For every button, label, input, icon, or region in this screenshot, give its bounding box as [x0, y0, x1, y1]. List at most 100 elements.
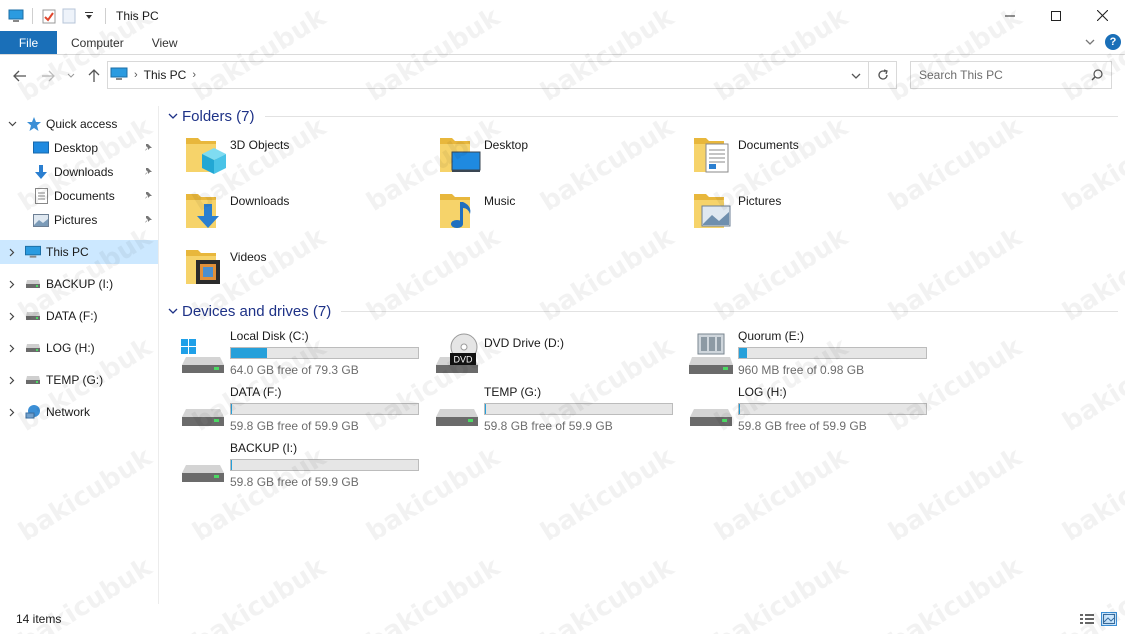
sidebar-item-label: Documents [54, 189, 115, 203]
chevron-right-icon[interactable] [6, 406, 18, 418]
help-button[interactable]: ? [1105, 34, 1121, 50]
drive-name: DVD Drive (D:) [484, 336, 564, 350]
navigation-pane: Quick access Desktop Downloads Documents [0, 106, 159, 604]
address-bar[interactable]: › This PC › [107, 61, 869, 89]
breadcrumb-chevron-icon[interactable]: › [134, 69, 138, 81]
drive-usage-fill [231, 348, 268, 358]
details-view-button[interactable] [1079, 612, 1095, 626]
folder-3d-objects[interactable]: 3D Objects [184, 132, 424, 182]
drive-free-space: 960 MB free of 0.98 GB [738, 363, 865, 377]
maximize-button[interactable] [1033, 0, 1079, 31]
chevron-right-icon[interactable] [6, 278, 18, 290]
sidebar-item-data-drive[interactable]: DATA (F:) [0, 304, 158, 328]
drive-name: LOG (H:) [738, 385, 787, 399]
group-title: Folders (7) [182, 107, 255, 125]
sidebar-item-network[interactable]: Network [0, 400, 158, 424]
chevron-right-icon[interactable] [6, 246, 18, 258]
sidebar-item-pictures[interactable]: Pictures [0, 208, 158, 232]
drive-usage-bar [484, 403, 673, 415]
drive-backup-i[interactable]: BACKUP (I:) 59.8 GB free of 59.9 GB [180, 441, 430, 495]
group-divider [264, 115, 1118, 117]
folders-group-header[interactable]: Folders (7) [168, 105, 1118, 127]
drive-name: BACKUP (I:) [230, 441, 298, 455]
drive-quorum-e[interactable]: Quorum (E:) 960 MB free of 0.98 GB [688, 329, 938, 383]
forward-button[interactable] [38, 66, 58, 86]
customize-dropdown-icon[interactable] [81, 8, 97, 24]
sidebar-item-temp-drive[interactable]: TEMP (G:) [0, 368, 158, 392]
documents-folder-icon [694, 138, 729, 173]
drive-name: Local Disk (C:) [230, 329, 309, 343]
drive-data-f[interactable]: DATA (F:) 59.8 GB free of 59.9 GB [180, 385, 430, 439]
star-icon [26, 116, 42, 132]
drive-log-h[interactable]: LOG (H:) 59.8 GB free of 59.9 GB [688, 385, 938, 439]
chevron-right-icon[interactable] [6, 310, 18, 322]
pin-icon[interactable] [142, 190, 154, 202]
folder-music[interactable]: Music [438, 188, 678, 238]
search-icon[interactable] [1091, 69, 1103, 84]
chevron-down-icon[interactable] [168, 308, 182, 315]
tab-view[interactable]: View [138, 31, 192, 54]
drive-free-space: 64.0 GB free of 79.3 GB [230, 363, 359, 377]
status-bar: 14 items [0, 604, 1125, 634]
recent-locations-button[interactable] [64, 66, 78, 86]
expand-ribbon-icon[interactable] [1085, 35, 1095, 49]
group-title: Devices and drives (7) [182, 302, 332, 320]
address-history-button[interactable] [848, 68, 864, 84]
chevron-down-icon[interactable] [168, 113, 182, 120]
drive-name: Quorum (E:) [738, 329, 805, 343]
ribbon-right: ? [1085, 34, 1121, 50]
drive-temp-g[interactable]: TEMP (G:) 59.8 GB free of 59.9 GB [434, 385, 684, 439]
minimize-button[interactable] [987, 0, 1033, 31]
folder-desktop[interactable]: Desktop [438, 132, 678, 182]
back-button[interactable] [10, 66, 30, 86]
computer-icon[interactable] [8, 8, 24, 24]
tab-computer[interactable]: Computer [57, 31, 138, 54]
network-icon [25, 404, 41, 420]
close-button[interactable] [1079, 0, 1125, 31]
chevron-right-icon[interactable] [6, 342, 18, 354]
chevron-down-icon[interactable] [6, 118, 18, 130]
drive-usage-bar [738, 347, 927, 359]
folder-videos[interactable]: Videos [184, 244, 424, 294]
up-button[interactable] [84, 66, 104, 86]
folder-name: Music [484, 194, 516, 208]
sidebar-item-label: Quick access [46, 117, 118, 131]
search-input[interactable]: Search This PC [910, 61, 1112, 89]
minimize-icon [1005, 15, 1015, 16]
drive-usage-fill [739, 404, 741, 414]
pin-icon[interactable] [142, 166, 154, 178]
pin-icon[interactable] [142, 142, 154, 154]
tab-file[interactable]: File [0, 31, 57, 54]
drive-usage-fill [231, 404, 233, 414]
desktop-icon [33, 140, 49, 156]
drive-icon [436, 409, 478, 426]
sidebar-item-quick-access[interactable]: Quick access [0, 112, 158, 136]
toolbar-divider [32, 7, 33, 24]
folder-pictures[interactable]: Pictures [692, 188, 932, 238]
sidebar-item-this-pc[interactable]: This PC [0, 240, 158, 264]
new-folder-icon[interactable] [61, 8, 77, 24]
title-bar: This PC [0, 0, 1125, 31]
drive-icon [182, 409, 224, 426]
sidebar-item-backup-drive[interactable]: BACKUP (I:) [0, 272, 158, 296]
drive-local-disk-c[interactable]: Local Disk (C:) 64.0 GB free of 79.3 GB [180, 329, 430, 383]
sidebar-item-downloads[interactable]: Downloads [0, 160, 158, 184]
sidebar-item-documents[interactable]: Documents [0, 184, 158, 208]
properties-icon[interactable] [41, 8, 57, 24]
devices-group-header[interactable]: Devices and drives (7) [168, 300, 1118, 322]
drive-icon [25, 340, 41, 356]
drive-usage-fill [485, 404, 487, 414]
folder-documents[interactable]: Documents [692, 132, 932, 182]
maximize-icon [1051, 10, 1061, 21]
large-icons-view-button[interactable] [1101, 612, 1117, 626]
breadcrumb-this-pc[interactable]: This PC [144, 68, 187, 82]
pin-icon[interactable] [142, 214, 154, 226]
refresh-button[interactable] [869, 61, 897, 89]
chevron-right-icon[interactable] [6, 374, 18, 386]
breadcrumb-chevron-icon[interactable]: › [192, 69, 196, 81]
drive-usage-bar [230, 347, 419, 359]
sidebar-item-log-drive[interactable]: LOG (H:) [0, 336, 158, 360]
folder-downloads[interactable]: Downloads [184, 188, 424, 238]
sidebar-item-desktop[interactable]: Desktop [0, 136, 158, 160]
drive-dvd-d[interactable]: DVD DVD Drive (D:) [434, 329, 684, 383]
